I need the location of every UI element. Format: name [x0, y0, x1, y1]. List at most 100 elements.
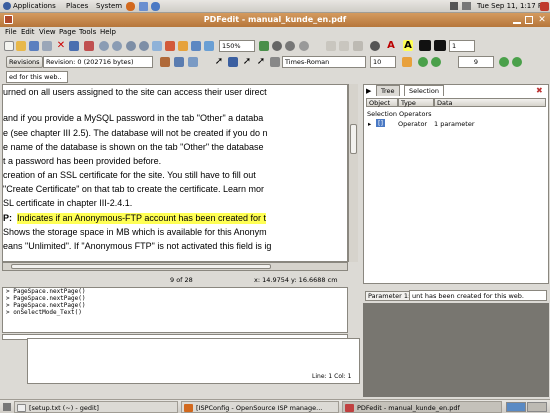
tree-row-object[interactable]: []: [376, 119, 386, 127]
delete-icon[interactable]: [84, 41, 94, 51]
zoom-out-icon[interactable]: [272, 41, 282, 51]
close-document-icon[interactable]: ✕: [56, 41, 66, 51]
console-line: > PageSpace.nextPage(): [6, 295, 86, 302]
window-menu-icon[interactable]: [4, 15, 13, 24]
panel-arrow-icon[interactable]: ▶: [366, 87, 371, 95]
new-icon[interactable]: [4, 41, 14, 51]
zoom-width-icon[interactable]: [299, 41, 309, 51]
open-icon[interactable]: [16, 41, 26, 51]
previous-page-nav-icon[interactable]: [431, 57, 441, 67]
revision-save-icon[interactable]: [160, 57, 170, 67]
first-page-icon[interactable]: [126, 41, 136, 51]
rect-tool-icon[interactable]: [339, 41, 349, 51]
select-text-icon[interactable]: [228, 57, 238, 67]
minimize-icon[interactable]: [513, 16, 521, 24]
help-launcher-icon[interactable]: [151, 2, 160, 11]
clock[interactable]: Tue Sep 11, 1:17 PM: [477, 2, 548, 10]
menu-help[interactable]: Help: [100, 28, 116, 36]
menu-page[interactable]: Page: [59, 28, 76, 36]
text-tool-icon[interactable]: [353, 41, 363, 51]
script-editor[interactable]: [27, 338, 360, 384]
prev-page-icon[interactable]: [139, 41, 149, 51]
toolbar-search: ed for this web..: [0, 70, 550, 84]
document-view[interactable]: urned on all users assigned to the site …: [2, 84, 348, 262]
first-page-nav-icon[interactable]: [418, 57, 428, 67]
tab-tree[interactable]: Tree: [376, 85, 400, 96]
font-select[interactable]: Times-Roman: [282, 56, 366, 68]
page-properties-icon[interactable]: [191, 41, 201, 51]
column-object[interactable]: Object: [366, 98, 398, 107]
remove-page-icon[interactable]: [165, 41, 175, 51]
show-desktop-icon[interactable]: [3, 403, 11, 411]
task-pdfedit[interactable]: PDFedit - manual_kunde_en.pdf: [342, 401, 502, 413]
fg-color-swatch[interactable]: [419, 40, 431, 51]
mail-launcher-icon[interactable]: [139, 2, 148, 11]
parameter-value-input[interactable]: unt has been created for this web.: [409, 290, 547, 301]
save-icon[interactable]: [29, 41, 39, 51]
window-title: PDFedit - manual_kunde_en.pdf: [203, 15, 347, 24]
panel-close-icon[interactable]: ✖: [536, 86, 543, 95]
print-icon[interactable]: [69, 41, 79, 51]
add-page-icon[interactable]: [152, 41, 162, 51]
last-page-nav-icon[interactable]: [512, 57, 522, 67]
menu-file[interactable]: File: [5, 28, 17, 36]
workspace-2[interactable]: [527, 402, 547, 412]
zoom-fit-icon[interactable]: [285, 41, 295, 51]
task-browser[interactable]: [ISPConfig - OpenSource ISP manage...: [181, 401, 339, 413]
system-menu[interactable]: System: [96, 2, 122, 10]
text-insert-icon[interactable]: [270, 57, 280, 67]
network-icon[interactable]: [450, 2, 458, 10]
maximize-icon[interactable]: [525, 16, 533, 24]
rotate-icon[interactable]: [204, 41, 214, 51]
menu-edit[interactable]: Edit: [21, 28, 35, 36]
menu-tools[interactable]: Tools: [79, 28, 96, 36]
menu-view[interactable]: View: [39, 28, 56, 36]
page-number-input[interactable]: 9: [458, 56, 494, 68]
font-color-icon[interactable]: A: [386, 41, 396, 51]
zoom-in-icon[interactable]: [259, 41, 269, 51]
places-menu[interactable]: Places: [66, 2, 88, 10]
settings-icon[interactable]: [370, 41, 380, 51]
firefox-launcher-icon[interactable]: [126, 2, 135, 11]
search-input[interactable]: ed for this web..: [6, 71, 68, 83]
bookmark-icon[interactable]: [178, 41, 188, 51]
revision-import-icon[interactable]: [174, 57, 184, 67]
object-inspector: ▶ Tree Selection ✖ Object Type Data Sele…: [363, 84, 549, 284]
applications-menu[interactable]: Applications: [13, 2, 56, 10]
doc-line-highlighted[interactable]: Indicates if an Anonymous-FTP account ha…: [17, 213, 266, 224]
line-width-select[interactable]: 1: [449, 40, 475, 52]
undo-icon[interactable]: [99, 41, 109, 51]
tab-selection[interactable]: Selection: [404, 85, 444, 96]
zoom-select[interactable]: 150%: [219, 40, 255, 52]
revision-select[interactable]: Revision: 0 (202716 bytes): [43, 56, 153, 68]
power-icon[interactable]: [540, 2, 549, 11]
volume-icon[interactable]: [462, 2, 471, 10]
workspace-1[interactable]: [506, 402, 526, 412]
tree-expander-icon[interactable]: ▸: [368, 120, 371, 128]
task-gedit[interactable]: [setup.txt (~) - gedit]: [14, 401, 178, 413]
document-hscroll-thumb[interactable]: [11, 264, 271, 269]
tree-group-label[interactable]: Selection Operators: [367, 110, 432, 118]
revision-export-icon[interactable]: [188, 57, 198, 67]
revisions-button[interactable]: Revisions: [6, 56, 43, 68]
font-size-select[interactable]: 10: [370, 56, 396, 68]
select-arrow-icon[interactable]: ➚: [214, 57, 224, 67]
highlight-color-icon[interactable]: A: [403, 40, 413, 51]
document-vscrollbar[interactable]: [348, 84, 358, 262]
command-console[interactable]: > PageSpace.nextPage() > PageSpace.nextP…: [2, 287, 348, 333]
next-page-nav-icon[interactable]: [499, 57, 509, 67]
close-icon[interactable]: ✕: [537, 15, 547, 25]
bg-color-swatch[interactable]: [434, 40, 446, 51]
column-data[interactable]: Data: [434, 98, 546, 107]
redo-icon[interactable]: [112, 41, 122, 51]
gnome-foot-icon[interactable]: [3, 2, 11, 10]
column-type[interactable]: Type: [398, 98, 434, 107]
line-tool-icon[interactable]: [326, 41, 336, 51]
save-as-icon[interactable]: [42, 41, 52, 51]
document-hscrollbar[interactable]: [2, 262, 348, 271]
document-vscroll-thumb[interactable]: [350, 124, 357, 154]
replace-icon[interactable]: [402, 57, 412, 67]
move-pointer-icon[interactable]: ➚: [256, 57, 266, 67]
doc-line-heading: P:: [3, 213, 12, 223]
pointer-icon[interactable]: ➚: [242, 57, 252, 67]
